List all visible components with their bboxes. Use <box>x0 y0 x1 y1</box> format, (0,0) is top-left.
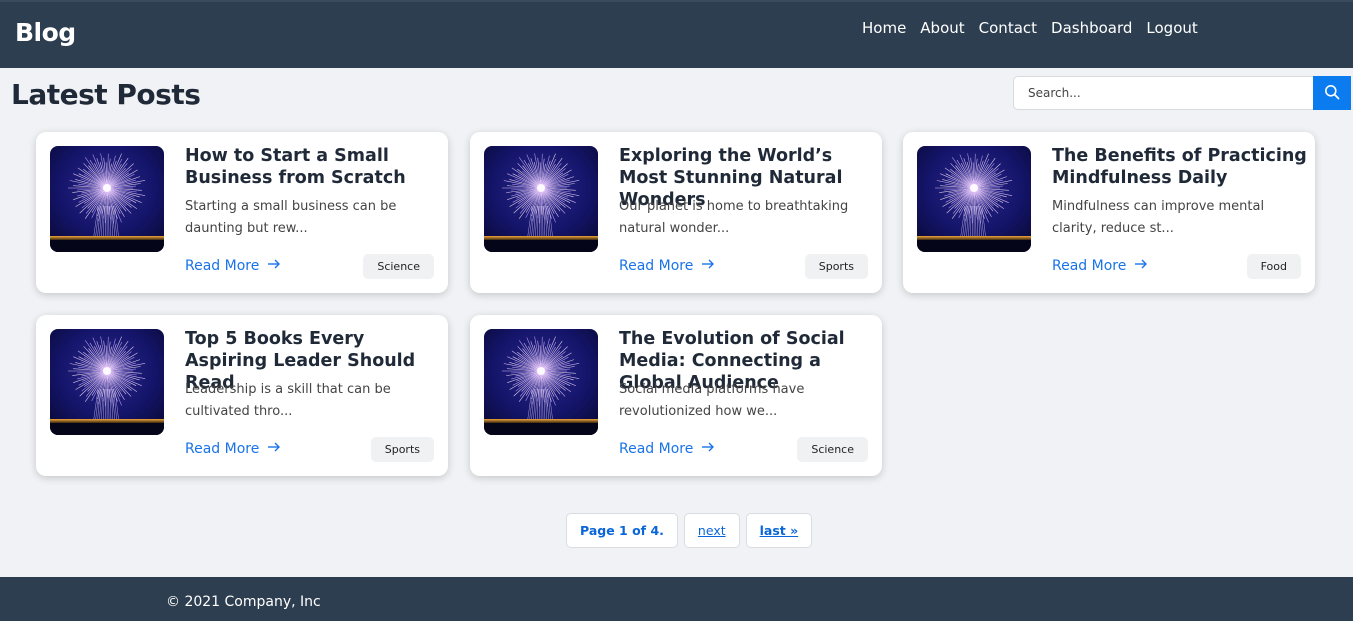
search-input[interactable] <box>1013 76 1313 110</box>
post-thumbnail-fireworks[interactable] <box>917 146 1031 252</box>
post-card: Top 5 Books Every Aspiring Leader Should… <box>36 315 448 476</box>
post-card: How to Start a Small Business from Scrat… <box>36 132 448 293</box>
top-navbar: Blog Home About Contact Dashboard Logout <box>0 0 1353 68</box>
read-more-label: Read More <box>185 258 260 274</box>
nav-home-link[interactable]: Home <box>862 19 906 37</box>
post-excerpt: Mindfulness can improve mental clarity, … <box>1052 199 1265 236</box>
read-more-label: Read More <box>619 441 694 457</box>
post-excerpt: Starting a small business can be dauntin… <box>185 199 397 236</box>
post-excerpt: Social media platforms have revolutioniz… <box>619 382 805 419</box>
post-thumbnail-fireworks[interactable] <box>484 329 598 435</box>
arrow-right-icon <box>267 258 281 274</box>
next-page-button[interactable]: next <box>683 513 740 548</box>
read-more-label: Read More <box>619 258 694 274</box>
nav-about-link[interactable]: About <box>920 19 964 37</box>
category-tag[interactable]: Sports <box>370 437 434 462</box>
main-nav: Home About Contact Dashboard Logout <box>862 19 1198 37</box>
read-more-link[interactable]: Read More <box>619 258 715 274</box>
category-tag[interactable]: Food <box>1246 254 1301 279</box>
read-more-link[interactable]: Read More <box>1052 258 1148 274</box>
read-more-link[interactable]: Read More <box>185 441 281 457</box>
read-more-label: Read More <box>185 441 260 457</box>
post-excerpt: Our planet is home to breathtaking natur… <box>619 199 849 236</box>
search-icon <box>1324 84 1340 103</box>
post-thumbnail-fireworks[interactable] <box>50 329 164 435</box>
pagination: Page 1 of 4. next last » <box>566 513 813 548</box>
last-page-button[interactable]: last » <box>745 513 813 548</box>
read-more-link[interactable]: Read More <box>619 441 715 457</box>
page-title: Latest Posts <box>11 78 201 111</box>
arrow-right-icon <box>701 258 715 274</box>
footer-copyright: © 2021 Company, Inc <box>166 594 321 610</box>
post-card: The Benefits of Practicing Mindfulness D… <box>903 132 1315 293</box>
post-card: Exploring the World’s Most Stunning Natu… <box>470 132 882 293</box>
read-more-link[interactable]: Read More <box>185 258 281 274</box>
post-thumbnail-fireworks[interactable] <box>50 146 164 252</box>
post-excerpt: Leadership is a skill that can be cultiv… <box>185 382 391 419</box>
arrow-right-icon <box>267 441 281 457</box>
search-button[interactable] <box>1313 76 1351 110</box>
page-status: Page 1 of 4. <box>566 513 678 548</box>
footer: © 2021 Company, Inc <box>0 577 1353 621</box>
category-tag[interactable]: Science <box>363 254 434 279</box>
brand-logo[interactable]: Blog <box>15 18 76 47</box>
arrow-right-icon <box>701 441 715 457</box>
post-title[interactable]: The Benefits of Practicing Mindfulness D… <box>1052 145 1307 189</box>
nav-logout-link[interactable]: Logout <box>1146 19 1197 37</box>
category-tag[interactable]: Sports <box>804 254 868 279</box>
post-title[interactable]: How to Start a Small Business from Scrat… <box>185 145 440 189</box>
nav-contact-link[interactable]: Contact <box>979 19 1037 37</box>
post-card: The Evolution of Social Media: Connectin… <box>470 315 882 476</box>
post-thumbnail-fireworks[interactable] <box>484 146 598 252</box>
search-bar <box>1013 76 1351 110</box>
category-tag[interactable]: Science <box>797 437 868 462</box>
arrow-right-icon <box>1134 258 1148 274</box>
nav-dashboard-link[interactable]: Dashboard <box>1051 19 1132 37</box>
read-more-label: Read More <box>1052 258 1127 274</box>
